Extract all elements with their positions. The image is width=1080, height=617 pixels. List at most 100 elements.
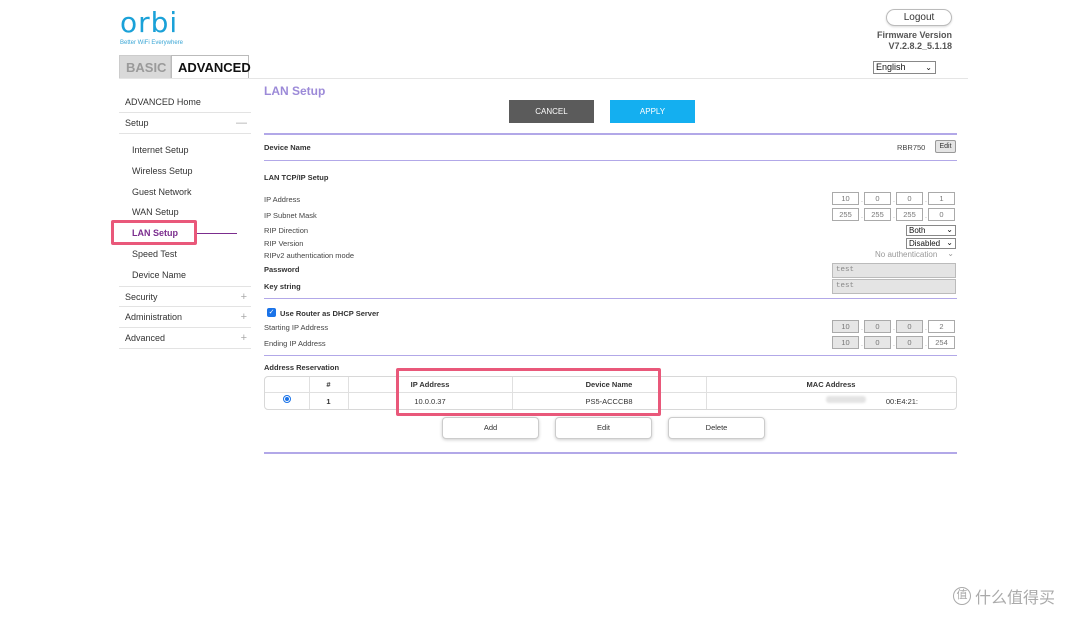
sidebar-item-label: Administration xyxy=(125,311,183,322)
watermark: 值 什么值得买 xyxy=(953,584,1055,608)
ip-octet-2[interactable]: 0 xyxy=(864,192,891,205)
column-header-mac: MAC Address xyxy=(806,380,856,389)
mask-octet-4[interactable]: 0 xyxy=(928,208,955,221)
chevron-down-icon: ⌄ xyxy=(925,63,932,72)
ip-octet-3[interactable]: 0 xyxy=(896,192,923,205)
sidebar-item-advanced-home[interactable]: ADVANCED Home xyxy=(119,92,251,113)
device-name-value: RBR750 xyxy=(897,143,926,152)
mask-octet-3[interactable]: 255 xyxy=(896,208,923,221)
password-label: Password xyxy=(264,265,300,274)
tab-advanced[interactable]: ADVANCED xyxy=(171,55,251,79)
firmware-version: V7.2.8.2_5.1.18 xyxy=(888,41,952,51)
logo-tagline: Better WiFi Everywhere xyxy=(120,40,184,46)
ripv2-auth-label: RIPv2 authentication mode xyxy=(264,251,355,260)
rip-direction-label: RIP Direction xyxy=(264,226,309,235)
dot-separator: . xyxy=(861,197,863,204)
logo-wordmark: orbi xyxy=(120,6,179,39)
section-divider xyxy=(264,160,957,161)
dhcp-server-checkbox[interactable]: ✓ xyxy=(267,308,276,317)
section-divider xyxy=(264,355,957,356)
dot-separator: . xyxy=(861,325,863,332)
dot-separator: . xyxy=(925,325,927,332)
start-octet-1: 10 xyxy=(832,320,859,333)
row-select-radio[interactable] xyxy=(283,395,291,403)
sidebar-item-label: Advanced xyxy=(125,332,166,343)
end-octet-4[interactable]: 254 xyxy=(928,336,955,349)
end-octet-1: 10 xyxy=(832,336,859,349)
rip-direction-select[interactable]: Both ⌄ xyxy=(906,225,956,236)
dot-separator: . xyxy=(925,341,927,348)
start-octet-3: 0 xyxy=(896,320,923,333)
sidebar-item-wireless-setup[interactable]: Wireless Setup xyxy=(119,161,251,182)
sidebar-item-security[interactable]: Security + xyxy=(119,285,251,307)
expand-icon: + xyxy=(240,290,247,303)
sidebar-item-label: Setup xyxy=(125,118,149,128)
ip-octet-1[interactable]: 10 xyxy=(832,192,859,205)
sidebar-item-label: Security xyxy=(125,291,158,302)
end-octet-3: 0 xyxy=(896,336,923,349)
section-divider xyxy=(264,133,957,135)
apply-button[interactable]: APPLY xyxy=(610,100,695,123)
section-divider xyxy=(264,298,957,299)
address-reservation-title: Address Reservation xyxy=(264,363,340,372)
sidebar-item-setup[interactable]: Setup — xyxy=(119,113,251,134)
ip-address-label: IP Address xyxy=(264,195,301,204)
sidebar-item-internet-setup[interactable]: Internet Setup xyxy=(119,140,251,161)
sidebar-item-speed-test[interactable]: Speed Test xyxy=(119,244,251,265)
sidebar-item-advanced[interactable]: Advanced + xyxy=(119,328,251,349)
sidebar-item-administration[interactable]: Administration + xyxy=(119,307,251,328)
language-value: English xyxy=(876,62,906,72)
ripv2-auth-select[interactable]: No authentication ⌄ xyxy=(873,249,956,261)
start-octet-2: 0 xyxy=(864,320,891,333)
dot-separator: . xyxy=(925,213,927,220)
dot-separator: . xyxy=(861,341,863,348)
sidebar-item-guest-network[interactable]: Guest Network xyxy=(119,182,251,203)
start-octet-4[interactable]: 2 xyxy=(928,320,955,333)
subnet-mask-label: IP Subnet Mask xyxy=(264,211,317,220)
highlight-box-reservation xyxy=(396,368,661,416)
smzdm-logo-icon: 值 xyxy=(953,587,971,605)
ip-octet-4[interactable]: 1 xyxy=(928,192,955,205)
starting-ip-label: Starting IP Address xyxy=(264,323,329,332)
dot-separator: . xyxy=(925,197,927,204)
logout-button[interactable]: Logout xyxy=(886,9,952,26)
sidebar-item-device-name[interactable]: Device Name xyxy=(119,265,251,286)
device-name-edit-button[interactable]: Edit xyxy=(935,140,956,153)
rip-version-select[interactable]: Disabled ⌄ xyxy=(906,238,956,249)
dot-separator: . xyxy=(893,325,895,332)
password-field[interactable]: test xyxy=(832,263,956,278)
mac-redaction-blur xyxy=(826,396,866,403)
chevron-down-icon: ⌄ xyxy=(946,225,953,234)
expand-icon: + xyxy=(240,310,247,323)
mask-octet-2[interactable]: 255 xyxy=(864,208,891,221)
collapse-icon: — xyxy=(236,117,247,129)
ripv2-auth-value: No authentication xyxy=(875,250,938,259)
expand-icon: + xyxy=(240,331,247,344)
key-string-label: Key string xyxy=(264,282,301,291)
table-cell-num: 1 xyxy=(326,397,331,406)
header-divider xyxy=(119,78,968,79)
rip-direction-value: Both xyxy=(909,226,926,235)
add-button[interactable]: Add xyxy=(442,417,539,439)
tcpip-section-title: LAN TCP/IP Setup xyxy=(264,173,329,182)
mode-tabs: BASIC ADVANCED xyxy=(119,55,251,79)
edit-button[interactable]: Edit xyxy=(555,417,652,439)
chevron-down-icon: ⌄ xyxy=(947,249,954,258)
rip-version-value: Disabled xyxy=(909,239,941,248)
language-select[interactable]: English ⌄ xyxy=(873,61,936,74)
key-string-field[interactable]: test xyxy=(832,279,956,294)
end-octet-2: 0 xyxy=(864,336,891,349)
device-name-label: Device Name xyxy=(264,143,311,152)
tab-basic[interactable]: BASIC xyxy=(119,55,171,79)
watermark-text: 什么值得买 xyxy=(975,590,1056,607)
dot-separator: . xyxy=(893,213,895,220)
dot-separator: . xyxy=(861,213,863,220)
mask-octet-1[interactable]: 255 xyxy=(832,208,859,221)
firmware-label: Firmware Version xyxy=(876,30,952,40)
page-title: LAN Setup xyxy=(264,84,326,98)
dot-separator: . xyxy=(893,197,895,204)
dhcp-server-label: Use Router as DHCP Server xyxy=(280,309,380,318)
delete-button[interactable]: Delete xyxy=(668,417,765,439)
column-header-num: # xyxy=(326,380,331,389)
cancel-button[interactable]: CANCEL xyxy=(509,100,594,123)
